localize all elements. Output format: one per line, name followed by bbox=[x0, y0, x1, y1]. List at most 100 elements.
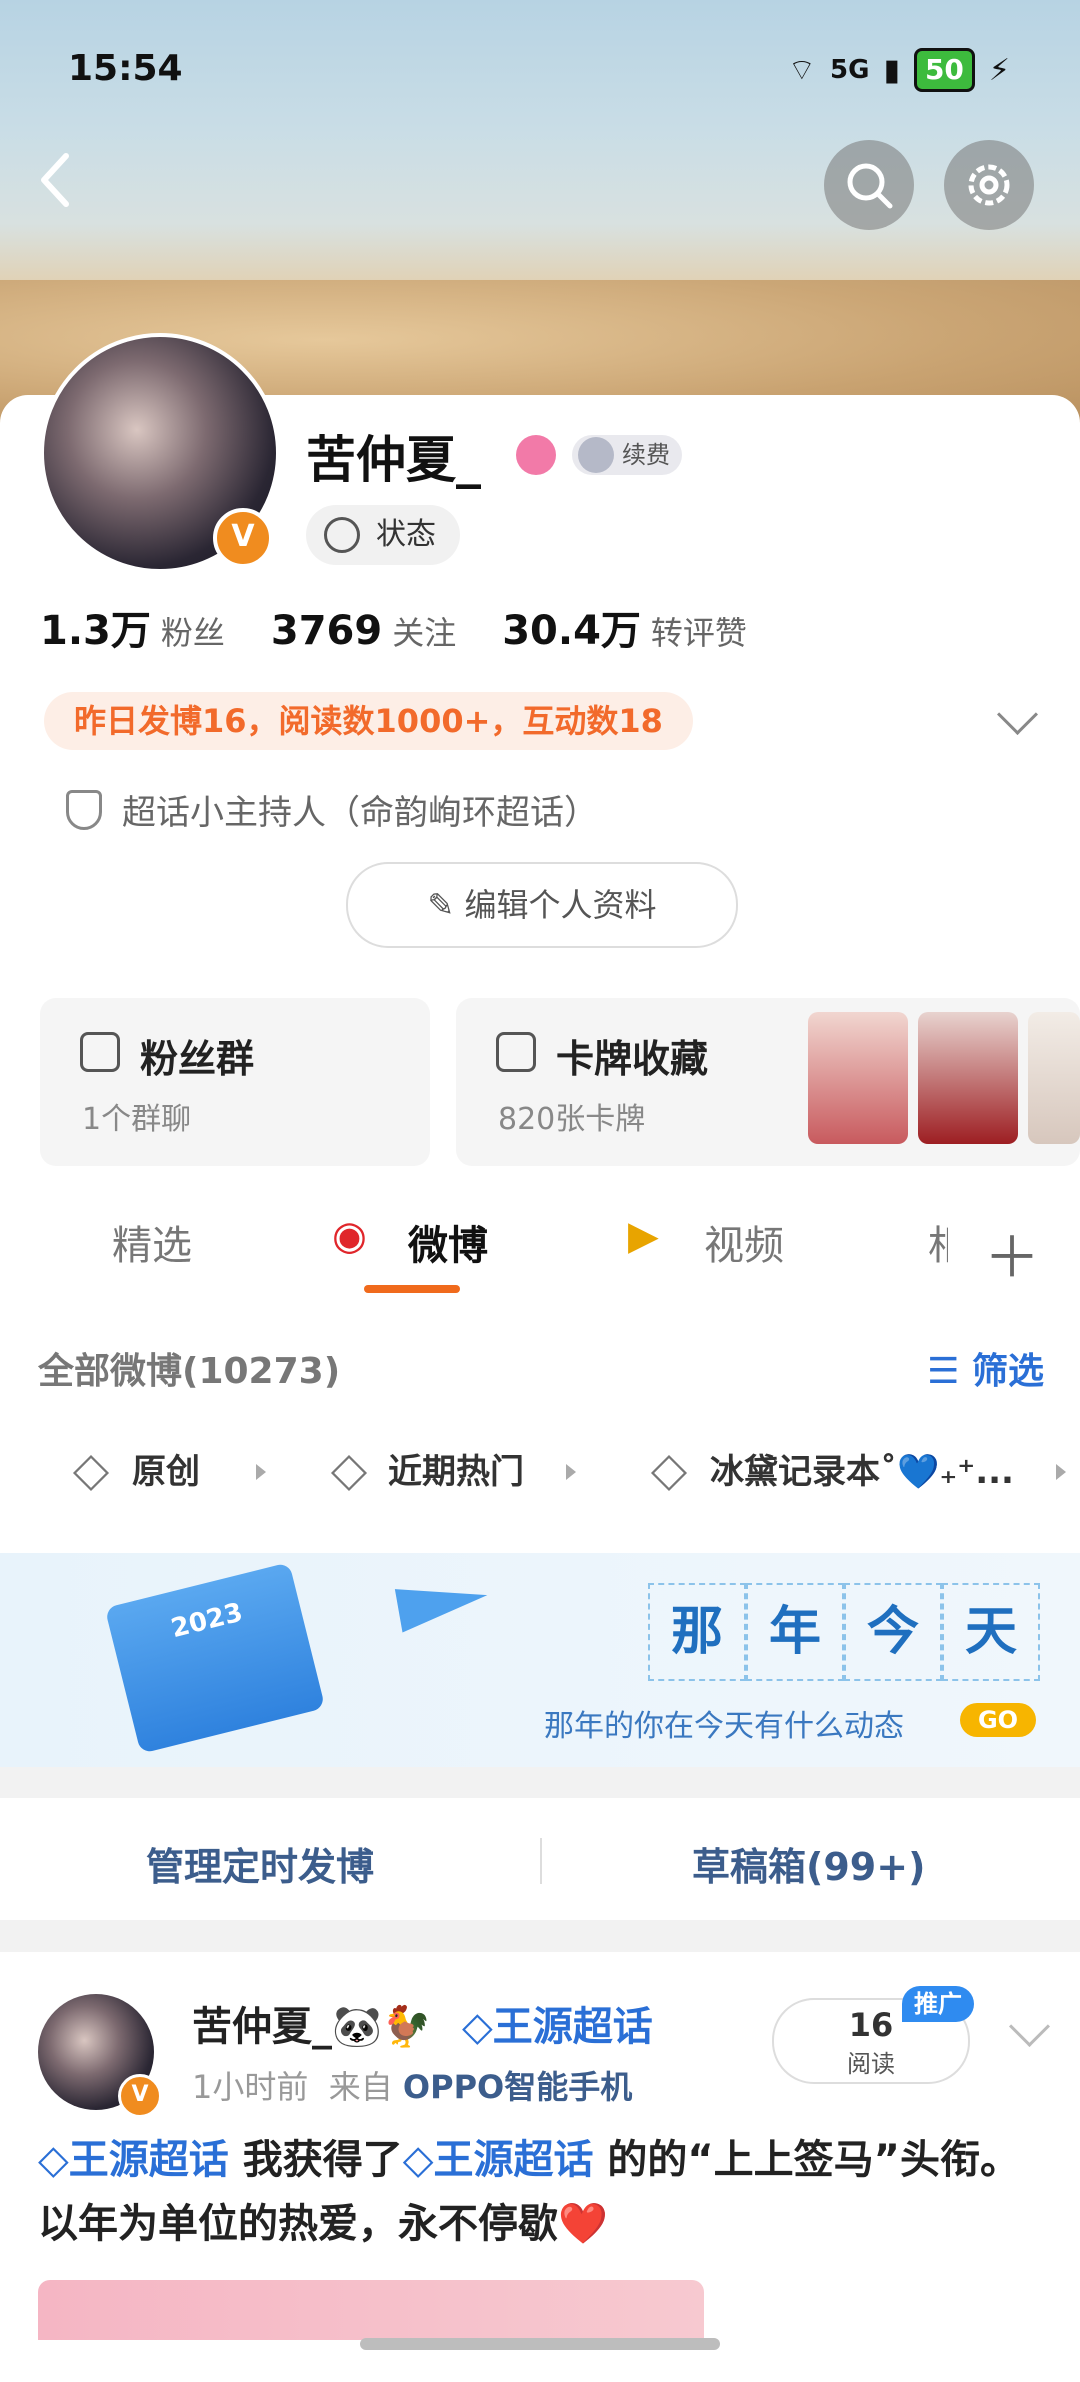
tab-featured[interactable]: 精选 bbox=[112, 1213, 192, 1271]
post-meta: 1小时前 来自 OPPO智能手机 bbox=[192, 2062, 632, 2108]
wifi-icon: ⌔ bbox=[787, 53, 816, 88]
status-time: 15:54 bbox=[68, 48, 183, 89]
promote-tag[interactable]: 推广 bbox=[902, 1986, 974, 2022]
layers-icon bbox=[72, 1454, 110, 1492]
tab-indicator bbox=[364, 1285, 460, 1293]
layers-icon bbox=[330, 1454, 368, 1492]
caret-right-icon bbox=[256, 1464, 266, 1480]
drafts-button[interactable]: 草稿箱(99+) bbox=[692, 1836, 925, 1891]
stat-likes[interactable]: 30.4万 转评赞 bbox=[502, 598, 747, 656]
vip-label: 续费 bbox=[622, 441, 670, 469]
search-icon bbox=[847, 163, 893, 209]
card-thumbnail bbox=[1028, 1012, 1080, 1144]
post-text-tag[interactable]: ◇王源超话 bbox=[403, 2137, 594, 2183]
card-collection-count: 820张卡牌 bbox=[498, 1102, 646, 1137]
post-card: V 苦仲夏_🐼🐓 ◇王源超话 1小时前 来自 OPPO智能手机 16 阅读 推广… bbox=[0, 1952, 1080, 2382]
host-info: 超话小主持人（命韵峋环超话） bbox=[66, 785, 598, 834]
chip-notebook[interactable]: 冰黛记录本˚💙₊⁺... bbox=[614, 1422, 1080, 1522]
post-super-topic-label: 王源超话 bbox=[492, 2004, 653, 2050]
all-weibo-count: 全部微博(10273) bbox=[38, 1351, 341, 1392]
likes-label: 转评赞 bbox=[650, 614, 747, 652]
following-count: 3769 bbox=[270, 608, 383, 654]
stat-followers[interactable]: 1.3万 粉丝 bbox=[40, 598, 225, 656]
post-text-tag-label: 王源超话 bbox=[68, 2137, 229, 2183]
title-char: 天 bbox=[942, 1583, 1040, 1681]
add-tab-icon[interactable]: ＋ bbox=[984, 1213, 1040, 1294]
charging-icon: ⚡ bbox=[988, 52, 1010, 88]
post-source: OPPO智能手机 bbox=[402, 2068, 633, 2106]
filter-button[interactable]: ☰ 筛选 bbox=[927, 1342, 1044, 1394]
weibo-icon: ◉ bbox=[332, 1213, 367, 1259]
card-collection-tile[interactable]: 卡牌收藏 820张卡牌 bbox=[456, 998, 1080, 1166]
divider bbox=[540, 1838, 542, 1884]
card-thumbnail bbox=[808, 1012, 908, 1144]
post-text-tag[interactable]: ◇王源超话 bbox=[38, 2137, 229, 2183]
chip-recent-hot-label: 近期热门 bbox=[388, 1452, 524, 1492]
status-button[interactable]: 状态 bbox=[306, 505, 460, 565]
crown-icon bbox=[578, 437, 614, 473]
calendar-icon: 2023 bbox=[104, 1562, 326, 1754]
profile-stats: 1.3万 粉丝 3769 关注 30.4万 转评赞 bbox=[40, 598, 747, 656]
card-thumbnail bbox=[918, 1012, 1018, 1144]
title-char: 今 bbox=[844, 1583, 942, 1681]
chip-notebook-label: 冰黛记录本˚💙₊⁺... bbox=[710, 1452, 1014, 1492]
following-label: 关注 bbox=[392, 614, 457, 652]
post-from: 来自 bbox=[328, 2068, 393, 2106]
vip-renew-badge[interactable]: 续费 bbox=[572, 435, 682, 475]
search-button[interactable] bbox=[824, 140, 914, 230]
on-this-day-title: 那 年 今 天 bbox=[648, 1583, 1040, 1681]
layers-icon bbox=[650, 1454, 688, 1492]
post-time: 1小时前 bbox=[192, 2068, 309, 2106]
post-image[interactable] bbox=[38, 2280, 704, 2340]
signal-icon: ▮ bbox=[883, 52, 900, 88]
title-char: 那 bbox=[648, 1583, 746, 1681]
post-author-name[interactable]: 苦仲夏_🐼🐓 bbox=[192, 1994, 432, 2052]
settings-button[interactable] bbox=[944, 140, 1034, 230]
chip-recent-hot[interactable]: 近期热门 bbox=[294, 1422, 596, 1522]
edit-profile-label: 编辑个人资料 bbox=[464, 886, 657, 924]
stat-following[interactable]: 3769 关注 bbox=[271, 608, 456, 654]
female-icon bbox=[516, 435, 556, 475]
network-label: 5G bbox=[830, 55, 870, 85]
tab-album[interactable]: 相 bbox=[928, 1213, 948, 1271]
on-this-day-subtitle: 那年的你在今天有什么动态 bbox=[544, 1709, 904, 1744]
diamond-icon: ◇ bbox=[462, 2004, 493, 2050]
group-icon bbox=[80, 1032, 120, 1072]
gear-icon bbox=[968, 164, 1010, 206]
chevron-down-icon[interactable] bbox=[1008, 2005, 1051, 2048]
back-button[interactable] bbox=[36, 150, 86, 220]
back-arrow-icon bbox=[41, 153, 69, 207]
paper-plane-icon bbox=[394, 1573, 492, 1633]
chip-original[interactable]: 原创 bbox=[36, 1422, 276, 1522]
read-label: 阅读 bbox=[847, 2050, 895, 2078]
post-text-segment: 我获得了 bbox=[228, 2137, 403, 2183]
pencil-icon: ✎ bbox=[427, 886, 465, 924]
filter-icon: ☰ bbox=[927, 1351, 972, 1392]
card-icon bbox=[496, 1032, 536, 1072]
likes-count: 30.4万 bbox=[502, 608, 641, 654]
activity-summary[interactable]: 昨日发博16，阅读数1000+，互动数18 bbox=[44, 692, 693, 750]
verified-badge: V bbox=[118, 2074, 162, 2118]
edit-profile-button[interactable]: ✎ 编辑个人资料 bbox=[346, 862, 738, 948]
caret-right-icon bbox=[566, 1464, 576, 1480]
filter-label: 筛选 bbox=[971, 1351, 1044, 1392]
post-super-topic[interactable]: ◇王源超话 bbox=[462, 1994, 653, 2052]
verified-badge: V bbox=[213, 508, 273, 568]
fans-group-tile[interactable]: 粉丝群 1个群聊 bbox=[40, 998, 430, 1166]
scheduled-posts-button[interactable]: 管理定时发博 bbox=[146, 1836, 374, 1891]
smile-plus-icon bbox=[324, 517, 360, 553]
tab-weibo[interactable]: 微博 bbox=[408, 1213, 488, 1271]
tab-video[interactable]: 视频 bbox=[704, 1213, 784, 1271]
manage-bar: 管理定时发博 草稿箱(99+) bbox=[0, 1798, 1080, 1920]
title-char: 年 bbox=[746, 1583, 844, 1681]
on-this-day-banner[interactable]: 2023 那 年 今 天 那年的你在今天有什么动态 GO bbox=[0, 1553, 1080, 1767]
profile-tabs: 精选 ◉ 微博 ▶ 视频 相 ＋ bbox=[0, 1185, 1080, 1305]
shield-icon bbox=[66, 789, 102, 830]
go-button[interactable]: GO bbox=[960, 1703, 1036, 1737]
status-icons: ⌔ 5G ▮ 50 ⚡ bbox=[788, 48, 1010, 92]
fans-group-title: 粉丝群 bbox=[140, 1037, 255, 1081]
battery-indicator: 50 bbox=[913, 48, 975, 92]
post-text-tag-label: 王源超话 bbox=[433, 2137, 594, 2183]
fans-group-count: 1个群聊 bbox=[82, 1102, 192, 1137]
chip-original-label: 原创 bbox=[132, 1452, 200, 1492]
